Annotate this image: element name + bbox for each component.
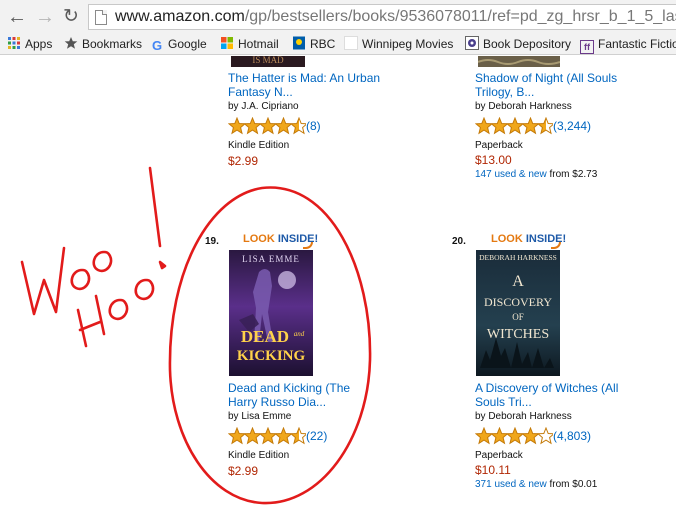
book-price: $2.99 xyxy=(228,464,259,478)
bookmarks-bar: Apps Bookmarks G Google Hotmail RBC Winni… xyxy=(0,33,676,55)
apps-grid-icon xyxy=(7,36,21,50)
dead-and-kicking-cover-art: LISA EMME DEAD and KICKING xyxy=(229,250,313,376)
star-rating-svg xyxy=(475,117,553,135)
bookmark-fantastic-fiction[interactable]: ff Fantastic Fictio xyxy=(580,36,676,54)
blank-page-icon xyxy=(344,36,358,50)
bookmark-hotmail[interactable]: Hotmail xyxy=(220,36,279,52)
look-inside-arrow-icon xyxy=(303,242,313,249)
review-count-link[interactable]: (22) xyxy=(306,429,327,443)
star-rating-svg xyxy=(475,427,553,445)
used-and-new-offer: 371 used & new from $0.01 xyxy=(475,479,598,490)
bookmark-rbc[interactable]: RBC xyxy=(292,36,335,52)
star-icon xyxy=(475,427,494,445)
cover-title-text-2: KICKING xyxy=(237,348,306,364)
book-title-link[interactable]: Dead and Kicking (The Harry Russo Dia... xyxy=(228,381,428,409)
book-format: Paperback xyxy=(475,140,523,151)
book-format: Kindle Edition xyxy=(228,450,290,461)
browser-toolbar: ← → ↻ www.amazon.com/gp/bestsellers/book… xyxy=(0,0,676,33)
book-cover[interactable]: DEBORAH HARKNESS A DISCOVERY OF WITCHES xyxy=(476,250,560,376)
book-price: $13.00 xyxy=(475,153,512,167)
book-format: Kindle Edition xyxy=(228,140,290,151)
bookmark-winnipeg-movies[interactable]: Winnipeg Movies xyxy=(344,36,453,52)
bookmark-book-depository[interactable]: Book Depository xyxy=(465,36,571,52)
star-icon xyxy=(64,36,78,50)
used-and-new-offer: 147 used & new from $2.73 xyxy=(475,169,598,180)
star-rating-svg xyxy=(228,427,306,445)
star-icon xyxy=(243,427,262,445)
star-icon xyxy=(475,117,494,135)
book-format: Paperback xyxy=(475,450,523,461)
book-cover[interactable]: LISA EMME DEAD and KICKING xyxy=(229,250,313,376)
star-icon xyxy=(258,427,278,445)
discovery-of-witches-cover-art: DEBORAH HARKNESS A DISCOVERY OF WITCHES xyxy=(476,250,560,376)
book-cover[interactable]: IS MAD xyxy=(231,56,305,67)
book-title-link[interactable]: The Hatter is Mad: An Urban Fantasy N... xyxy=(228,71,428,99)
star-rating-svg xyxy=(228,117,306,135)
book-author: by Lisa Emme xyxy=(228,411,292,422)
star-icon xyxy=(228,427,247,445)
book-price: $10.11 xyxy=(475,463,511,477)
star-icon xyxy=(258,117,278,135)
rbc-icon xyxy=(292,36,306,50)
book-author: by Deborah Harkness xyxy=(475,101,572,112)
bookmark-google[interactable]: G Google xyxy=(152,36,207,53)
star-icon xyxy=(521,117,540,135)
book-title-link[interactable]: Shadow of Night (All Souls Trilogy, B... xyxy=(475,71,675,99)
cover-author-text: DEBORAH HARKNESS xyxy=(479,253,557,262)
review-count-link[interactable]: (4,803) xyxy=(553,429,591,443)
bestsellers-list: IS MAD The Hatter is Mad: An Urban Fantas… xyxy=(0,56,676,531)
forward-arrow-icon[interactable]: → xyxy=(34,6,56,28)
star-icon xyxy=(490,117,509,135)
star-icon xyxy=(505,117,525,135)
review-count-link[interactable]: (8) xyxy=(306,119,321,133)
bookmark-apps[interactable]: Apps xyxy=(7,36,52,52)
star-icon xyxy=(274,117,293,135)
star-icon xyxy=(521,427,540,445)
book-depository-icon xyxy=(465,36,479,50)
star-rating[interactable] xyxy=(475,117,553,135)
used-and-new-link[interactable]: 371 used & new xyxy=(475,479,547,490)
book-author: by Deborah Harkness xyxy=(475,411,572,422)
book-cover[interactable] xyxy=(478,56,560,67)
reload-icon[interactable]: ↻ xyxy=(60,6,82,28)
star-icon xyxy=(274,427,293,445)
review-count-link[interactable]: (3,244) xyxy=(553,119,591,133)
star-icon xyxy=(490,427,509,445)
bookmark-bookmarks[interactable]: Bookmarks xyxy=(64,36,142,52)
look-inside-arrow-icon xyxy=(551,242,561,249)
book-title-link[interactable]: A Discovery of Witches (All Souls Tri... xyxy=(475,381,675,409)
cover-title-and-text: and xyxy=(294,330,305,338)
star-icon xyxy=(536,427,553,445)
star-rating[interactable] xyxy=(228,117,306,135)
star-rating[interactable] xyxy=(475,427,553,445)
star-icon xyxy=(289,427,306,445)
star-icon xyxy=(505,427,525,445)
back-arrow-icon[interactable]: ← xyxy=(6,6,28,28)
windows-icon xyxy=(220,36,234,50)
rank-number: 19. xyxy=(205,236,219,247)
google-icon: G xyxy=(152,38,163,53)
book-price: $2.99 xyxy=(228,154,259,168)
book-author: by J.A. Cipriano xyxy=(228,101,299,112)
star-rating[interactable] xyxy=(228,427,306,445)
url-text[interactable]: www.amazon.com/gp/bestsellers/books/9536… xyxy=(115,7,676,27)
cover-pattern xyxy=(478,56,560,67)
star-icon xyxy=(536,117,553,135)
cover-title-text: A xyxy=(512,273,524,290)
star-icon xyxy=(228,117,247,135)
cover-title-text-4: WITCHES xyxy=(487,327,549,342)
address-bar[interactable]: www.amazon.com/gp/bestsellers/books/9536… xyxy=(88,4,676,30)
star-icon xyxy=(289,117,306,135)
cover-author-text: LISA EMME xyxy=(242,254,300,264)
cover-title-text-3: OF xyxy=(512,312,524,322)
used-and-new-link[interactable]: 147 used & new xyxy=(475,169,547,180)
ff-icon: ff xyxy=(580,40,594,54)
star-icon xyxy=(243,117,262,135)
cover-title-text: DEAD xyxy=(241,327,289,346)
page-icon xyxy=(95,10,107,25)
rank-number: 20. xyxy=(452,236,466,247)
cover-title-text-2: DISCOVERY xyxy=(484,295,552,309)
